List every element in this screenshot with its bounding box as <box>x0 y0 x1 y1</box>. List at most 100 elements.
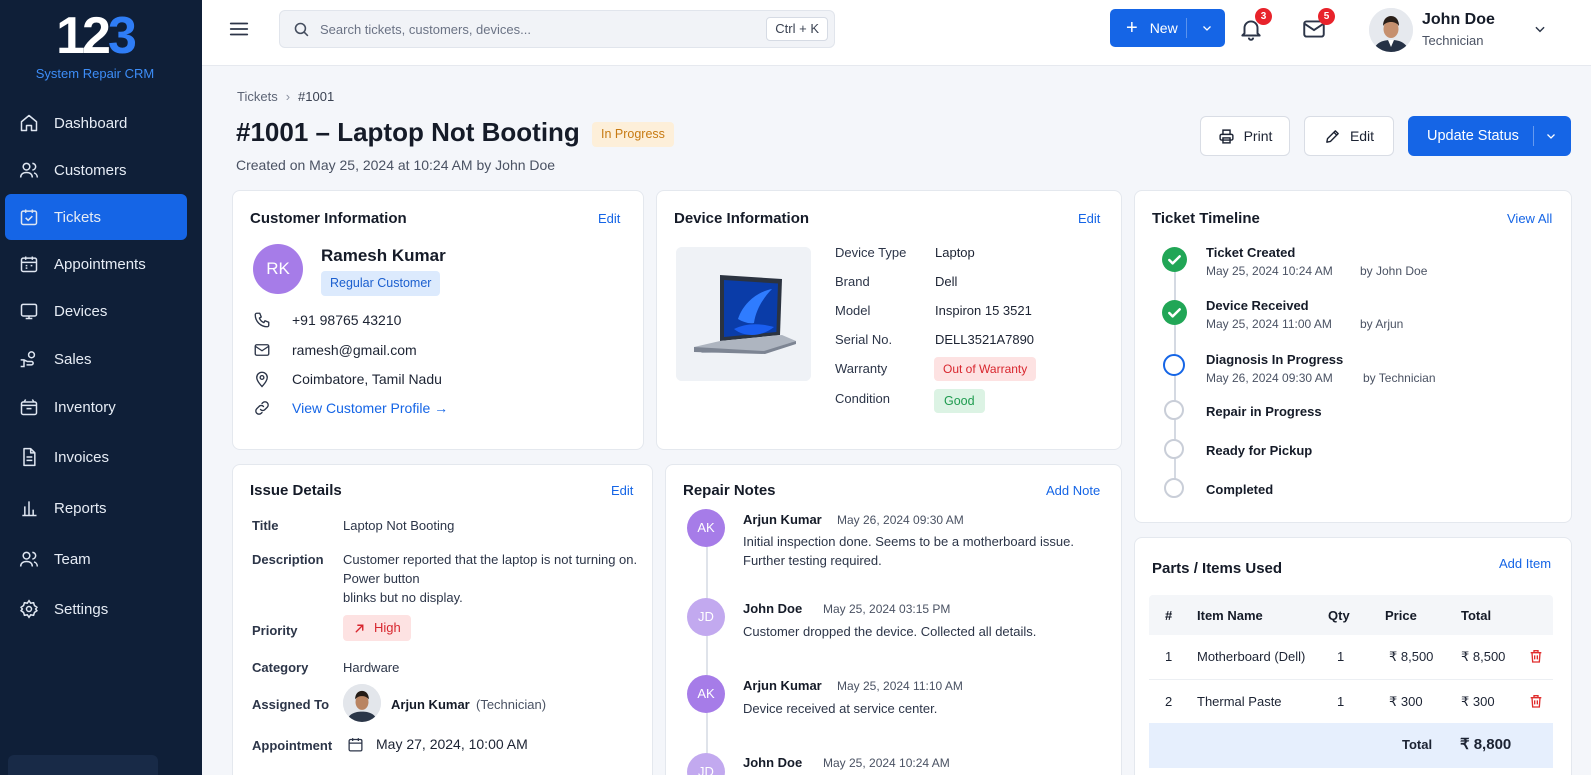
sidebar-item-team[interactable]: Team <box>5 536 187 582</box>
customer-location: Coimbatore, Tamil Nadu <box>253 370 442 388</box>
edit-button[interactable]: Edit <box>1304 116 1394 156</box>
table-row: 1 Motherboard (Dell) 1 ₹ 8,500 ₹ 8,500 <box>1149 635 1553 680</box>
timeline-step-title: Ticket Created <box>1206 245 1296 260</box>
priority-label: Priority <box>252 623 298 638</box>
note-text: Initial inspection done. Seems to be a m… <box>743 534 1074 568</box>
phone-icon <box>254 312 270 328</box>
customer-phone[interactable]: +91 98765 43210 <box>253 311 401 329</box>
timeline-step-title: Device Received <box>1206 298 1309 313</box>
card-title: Repair Notes <box>683 482 776 499</box>
sidebar-item-tickets[interactable]: Tickets <box>5 194 187 240</box>
device-edit-link[interactable]: Edit <box>1078 211 1100 226</box>
issue-title-value: Laptop Not Booting <box>343 518 455 533</box>
assigned-name[interactable]: Arjun Kumar <box>391 695 470 714</box>
brand-label: Brand <box>835 274 870 289</box>
document-icon <box>23 447 36 467</box>
trash-icon[interactable] <box>1528 648 1544 664</box>
avatar[interactable] <box>1369 8 1413 52</box>
table-header: # Item Name Qty Price Total <box>1149 595 1553 635</box>
parts-card: Parts / Items Used Add Item # Item Name … <box>1134 537 1572 775</box>
device-image <box>676 247 811 381</box>
card-title: Parts / Items Used <box>1152 560 1283 577</box>
user-photo <box>1369 8 1413 52</box>
chevron-down-icon[interactable] <box>1201 22 1213 34</box>
issue-details-card: Issue Details Edit <box>232 464 653 775</box>
model-value: Inspiron 15 3521 <box>935 303 1032 318</box>
notifications-button[interactable]: 3 <box>1238 8 1272 42</box>
link-icon <box>255 401 269 415</box>
page-title: #1001 – Laptop Not Booting <box>236 117 580 147</box>
update-status-button[interactable]: Update Status <box>1408 116 1571 156</box>
sidebar-item-sales[interactable]: Sales <box>5 336 187 382</box>
repair-notes-card: Repair Notes Add Note AK Arjun Kumar May… <box>665 464 1122 775</box>
sidebar-item-settings[interactable]: Settings <box>5 586 187 632</box>
note-date: May 25, 2024 11:10 AM <box>837 679 963 693</box>
timeline-step-by: by Technician <box>1363 371 1436 385</box>
calendar-icon <box>20 256 38 273</box>
new-button-label: New <box>1149 20 1178 36</box>
note-author: John Doe <box>743 755 803 770</box>
table-cell: Thermal Paste <box>1197 694 1282 709</box>
device-type-label: Device Type <box>835 245 907 260</box>
location-pin-icon <box>256 371 268 388</box>
table-cell: ₹ 300 <box>1389 694 1423 709</box>
trash-icon[interactable] <box>1528 693 1544 709</box>
profile-link-text: View Customer Profile → <box>292 400 449 416</box>
messages-badge: 5 <box>1318 8 1335 25</box>
table-cell: ₹ 300 <box>1461 694 1495 709</box>
gear-icon <box>20 599 38 619</box>
sidebar-item-inventory[interactable]: Inventory <box>5 384 187 430</box>
view-all-link[interactable]: View All <box>1507 211 1552 226</box>
card-title: Ticket Timeline <box>1152 210 1260 227</box>
add-note-link[interactable]: Add Note <box>1046 483 1100 498</box>
step-done-indicator <box>1162 300 1187 325</box>
check-icon <box>1168 255 1181 265</box>
sidebar-item-label: Invoices <box>54 448 110 466</box>
sidebar-item-reports[interactable]: Reports <box>5 485 187 531</box>
customer-email[interactable]: ramesh@gmail.com <box>253 341 417 359</box>
sidebar-item-label: Dashboard <box>54 114 128 132</box>
card-title: Issue Details <box>250 482 342 499</box>
sidebar-item-label: Reports <box>54 499 107 517</box>
appointment-label: Appointment <box>252 738 333 753</box>
search-input[interactable] <box>320 11 760 47</box>
print-button[interactable]: Print <box>1200 116 1290 156</box>
chevron-down-icon[interactable] <box>1533 22 1547 36</box>
note-author: John Doe <box>743 601 803 616</box>
serial-label: Serial No. <box>835 332 893 347</box>
column-header: Price <box>1385 608 1417 623</box>
print-label: Print <box>1243 128 1273 144</box>
chevron-down-icon[interactable] <box>1545 130 1557 142</box>
condition-badge: Good <box>934 389 985 413</box>
phone-text: +91 98765 43210 <box>292 312 402 328</box>
team-icon <box>19 551 39 567</box>
timeline-step-date: May 25, 2024 10:24 AM <box>1206 264 1333 278</box>
note-text: Customer dropped the device. Collected a… <box>743 624 1037 639</box>
warranty-badge: Out of Warranty <box>934 357 1037 381</box>
new-button[interactable]: + New <box>1110 9 1225 47</box>
sidebar-item-invoices[interactable]: Invoices <box>5 434 187 480</box>
table-cell: 1 <box>1337 649 1345 664</box>
app-logo[interactable]: 123 System Repair CRM <box>0 8 190 81</box>
issue-description-line-1: Customer reported that the laptop is not… <box>343 552 638 567</box>
assigned-role: (Technician) <box>476 697 547 712</box>
issue-edit-link[interactable]: Edit <box>611 483 633 498</box>
user-name[interactable]: John Doe <box>1422 11 1495 29</box>
sidebar-item-devices[interactable]: Devices <box>5 288 187 334</box>
note-text: Device received at service center. <box>743 701 938 716</box>
view-customer-profile-link[interactable]: View Customer Profile → <box>253 399 448 417</box>
hand-coin-icon <box>20 351 36 368</box>
messages-button[interactable]: 5 <box>1301 8 1335 42</box>
customer-edit-link[interactable]: Edit <box>598 211 620 226</box>
sidebar-item-dashboard[interactable]: Dashboard <box>5 100 187 146</box>
add-item-link[interactable]: Add Item <box>1499 556 1551 571</box>
breadcrumb-separator: › <box>285 89 291 104</box>
issue-title-label: Title <box>252 518 279 533</box>
column-header: Total <box>1461 608 1492 623</box>
sidebar-item-customers[interactable]: Customers <box>5 147 187 193</box>
sidebar-item-appointments[interactable]: Appointments <box>5 241 187 287</box>
menu-icon[interactable] <box>228 18 250 40</box>
search-icon <box>294 22 309 37</box>
breadcrumb-tickets[interactable]: Tickets <box>237 89 278 104</box>
check-icon <box>1168 308 1181 318</box>
